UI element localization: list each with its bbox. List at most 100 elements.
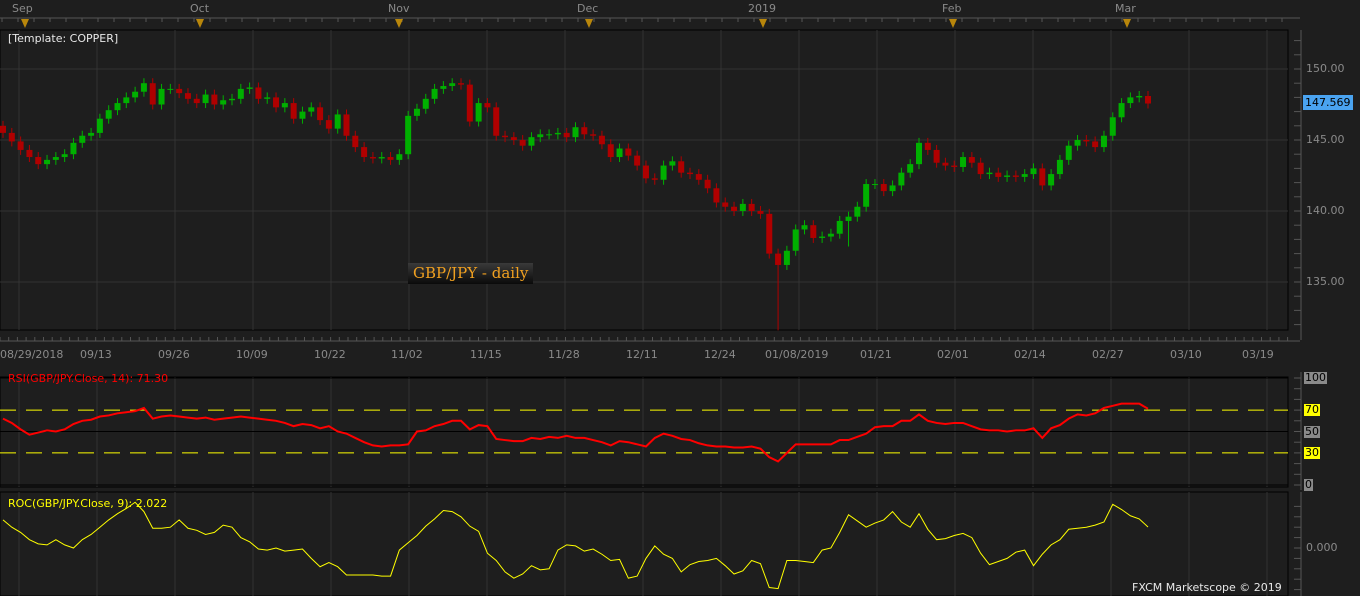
candle-down [466,84,473,122]
candle-up [801,225,808,230]
date-label: 11/15 [470,348,502,361]
candle-up [132,91,139,98]
candle-up [1074,140,1081,146]
candle-up [70,142,77,155]
candle-up [1056,159,1063,175]
candle-up [440,86,447,89]
candle-up [960,157,967,167]
candle-down [563,132,570,138]
candle-up [44,159,51,165]
month-marker-icon [1123,19,1131,28]
candle-up [105,110,112,119]
candle-down [184,93,191,99]
month-marker-icon [949,19,957,28]
candle-down [1092,141,1099,148]
candle-up [88,132,95,136]
roc-y-tick: 0.000 [1306,541,1338,554]
candle-down [933,149,940,163]
chart-canvas[interactable] [0,0,1360,596]
date-label: 02/14 [1014,348,1046,361]
candle-down [8,132,15,142]
roc-panel [0,491,1289,596]
candle-down [343,114,350,136]
candle-up [907,164,914,173]
y-tick-label: 150.00 [1306,62,1345,75]
candle-down [995,172,1002,177]
candle-up [1065,145,1072,160]
candle-up [1004,175,1011,177]
month-marker-icon [196,19,204,28]
candle-down [731,206,738,211]
month-marker-icon [585,19,593,28]
candle-down [352,135,359,148]
month-label: Oct [190,2,210,15]
candle-down [211,94,218,105]
candle-up [739,203,746,211]
candle-down [325,120,332,129]
date-label: 01/21 [860,348,892,361]
candle-up [1109,117,1116,136]
date-label: 09/13 [80,348,112,361]
candle-down [713,188,720,203]
candle-up [986,172,993,175]
candle-down [687,172,693,175]
candle-up [1048,174,1055,186]
date-label: 02/01 [937,348,969,361]
date-label: 12/11 [626,348,658,361]
date-label: 08/29/2018 [0,348,64,361]
month-label: Mar [1115,2,1136,15]
candle-up [396,154,403,160]
y-tick-label: 145.00 [1306,133,1345,146]
candle-down [695,174,702,180]
candle-up [422,98,429,109]
price-panel [0,29,1289,331]
candle-up [537,134,544,138]
candle-down [581,127,588,135]
candle-up [158,88,165,105]
candle-up [1021,174,1028,177]
candle-up [916,142,922,165]
candle-up [431,88,438,99]
candle-up [96,118,103,133]
date-label: 01/08/2019 [765,348,829,361]
rsi-level-70: 70 [1304,403,1320,416]
candle-up [836,220,843,234]
candle-up [1030,168,1037,175]
last-price-badge: 147.569 [1303,95,1353,110]
candle-down [387,157,394,160]
month-label: Dec [577,2,599,15]
candle-down [590,134,597,136]
candle-up [123,97,130,104]
candle-up [863,184,870,207]
candle-down [17,141,24,150]
candle-up [140,83,147,92]
candle-down [35,157,42,165]
candle-up [202,94,209,104]
candle-down [1145,95,1151,104]
candle-down [1083,140,1090,142]
candle-down [625,148,632,156]
month-label: 2019 [748,2,776,15]
candle-up [405,115,412,155]
candle-up [792,229,799,251]
candle-up [264,97,271,99]
candle-up [898,172,905,186]
date-label: 11/28 [548,348,580,361]
candle-down [273,97,280,108]
candle-up [378,157,385,159]
candle-down [880,184,887,192]
candle-up [246,87,253,89]
candle-up [871,184,878,186]
candle-down [149,83,156,105]
candle-down [757,211,764,214]
candle-up [889,185,896,192]
candle-down [1012,175,1019,177]
month-marker-icon [395,19,403,28]
candle-down [634,155,641,166]
y-tick-label: 135.00 [1306,275,1345,288]
candle-up [660,165,667,180]
candle-down [484,103,491,108]
date-label: 10/22 [314,348,346,361]
month-marker-icon [759,19,767,28]
candle-up [475,103,482,122]
